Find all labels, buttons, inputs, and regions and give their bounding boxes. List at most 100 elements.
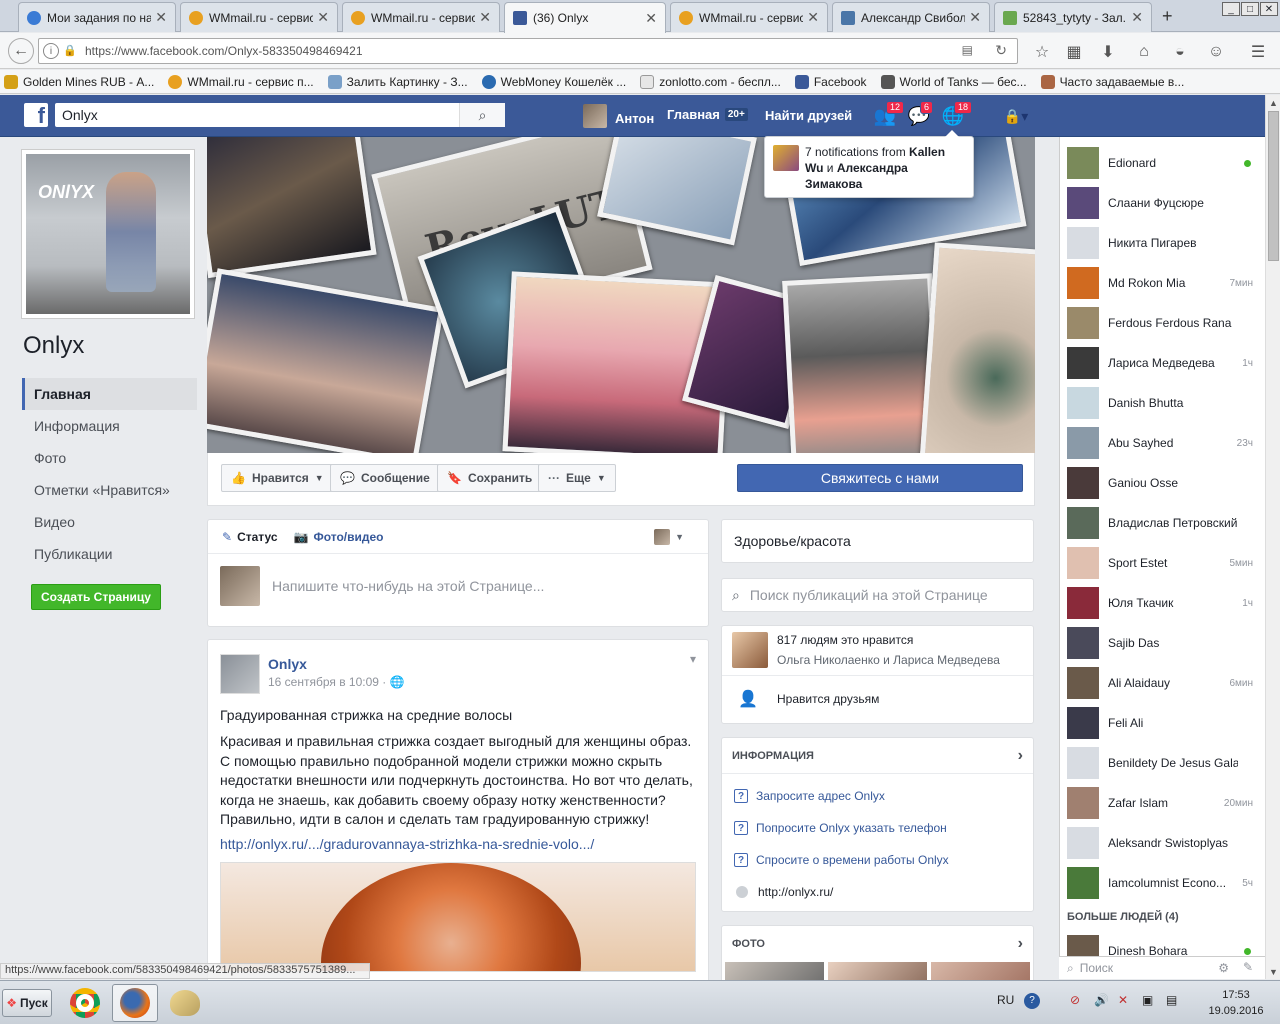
- page-nav-posts[interactable]: Публикации: [22, 538, 197, 570]
- browser-tab[interactable]: 52843_tytyty - Зал... ✕: [994, 2, 1152, 32]
- post-options-chevron-icon[interactable]: ▾: [690, 652, 696, 666]
- chat-contact[interactable]: Владислав Петровский: [1060, 503, 1265, 543]
- close-tab-icon[interactable]: ✕: [645, 10, 657, 27]
- chat-contact[interactable]: Sajib Das: [1060, 623, 1265, 663]
- browser-tab[interactable]: WMmail.ru - сервис ...✕: [180, 2, 338, 32]
- bookmark-item[interactable]: WebMoney Кошелёк ...: [481, 74, 626, 89]
- like-page-button[interactable]: 👍 Нравится ▼: [221, 464, 334, 492]
- page-category[interactable]: Здоровье/красота: [721, 519, 1034, 563]
- page-nav-info[interactable]: Информация: [22, 410, 197, 442]
- gear-icon[interactable]: ⚙: [1218, 961, 1229, 975]
- chat-contact[interactable]: Никита Пигарев: [1060, 223, 1265, 263]
- account-settings-menu[interactable]: 🔒▾: [996, 105, 1036, 127]
- hello-icon[interactable]: ☺: [1204, 40, 1228, 64]
- language-indicator[interactable]: RU: [997, 993, 1014, 1007]
- page-nav-photos[interactable]: Фото: [22, 442, 197, 474]
- friend-requests-jewel[interactable]: 👥 12: [874, 101, 905, 127]
- chat-contact[interactable]: Ganiou Osse: [1060, 463, 1265, 503]
- composer-placeholder[interactable]: Напишите что-нибудь на этой Странице...: [272, 578, 544, 594]
- tray-icon[interactable]: ▤: [1166, 993, 1177, 1007]
- reading-list-icon[interactable]: ▦: [1062, 40, 1086, 64]
- notification-popup[interactable]: 7 notifications from Kallen Wu и Алексан…: [764, 130, 974, 198]
- post-as-selector[interactable]: ▼: [654, 528, 684, 545]
- minimize-icon[interactable]: _: [1222, 2, 1240, 16]
- scrollbar-thumb[interactable]: [1268, 111, 1279, 261]
- chat-contact[interactable]: Edionard: [1060, 143, 1265, 183]
- chat-contact[interactable]: Md Rokon Mia 7мин: [1060, 263, 1265, 303]
- chat-contact[interactable]: Юля Ткачик 1ч: [1060, 583, 1265, 623]
- website-link[interactable]: http://onlyx.ru/: [722, 876, 1033, 908]
- bookmark-item[interactable]: Golden Mines RUB - А...: [4, 74, 154, 89]
- likes-friends[interactable]: Ольга Николаенко и Лариса Медведева: [777, 653, 1000, 667]
- bookmark-item[interactable]: WMmail.ru - сервис п...: [168, 74, 314, 89]
- page-scrollbar[interactable]: ▲ ▼: [1265, 95, 1280, 979]
- post-author-name[interactable]: Onlyx: [268, 656, 307, 672]
- pocket-icon[interactable]: ◒: [1168, 40, 1192, 64]
- chat-search-placeholder[interactable]: Поиск: [1080, 961, 1113, 975]
- chat-contact[interactable]: Abu Sayhed 23ч: [1060, 423, 1265, 463]
- chat-search-input[interactable]: ⌕ Поиск ⚙ ✎: [1059, 956, 1265, 979]
- facebook-logo-icon[interactable]: f: [24, 103, 48, 127]
- messages-jewel[interactable]: 💬 6: [908, 101, 934, 127]
- home-icon[interactable]: ⌂: [1132, 40, 1156, 64]
- search-button[interactable]: ⌕: [459, 103, 505, 127]
- close-tab-icon[interactable]: ✕: [807, 9, 819, 26]
- chat-contact[interactable]: Ali Alaidauy 6мин: [1060, 663, 1265, 703]
- facebook-search-input[interactable]: Onlyx ⌕: [55, 103, 505, 127]
- info-header[interactable]: ИНФОРМАЦИЯ ›: [722, 738, 1033, 774]
- new-message-icon[interactable]: ✎: [1243, 960, 1253, 974]
- chat-contact[interactable]: Zafar Islam 20мин: [1060, 783, 1265, 823]
- page-nav-videos[interactable]: Видео: [22, 506, 197, 538]
- network-icon[interactable]: ✕: [1118, 993, 1128, 1007]
- bookmark-item[interactable]: Часто задаваемые в...: [1040, 74, 1184, 89]
- find-friends-link[interactable]: Найти друзей: [765, 108, 852, 123]
- start-button[interactable]: ❖ Пуск: [2, 989, 52, 1017]
- chat-contact[interactable]: Лариса Медведева 1ч: [1060, 343, 1265, 383]
- save-button[interactable]: 🔖 Сохранить: [437, 464, 543, 492]
- browser-tab[interactable]: WMmail.ru - сервис ...✕: [670, 2, 828, 32]
- url-text[interactable]: https://www.facebook.com/Onlyx-583350498…: [85, 44, 363, 58]
- close-tab-icon[interactable]: ✕: [969, 9, 981, 26]
- browser-tab[interactable]: Мои задания по на... ✕: [18, 2, 176, 32]
- request-address-link[interactable]: ? Запросите адрес Onlyx: [722, 780, 1033, 812]
- info-icon[interactable]: i: [43, 43, 59, 59]
- close-tab-icon[interactable]: ✕: [479, 9, 491, 26]
- post-link[interactable]: http://onlyx.ru/.../gradurovannaya-striz…: [220, 836, 696, 852]
- post-timestamp[interactable]: 16 сентября в 10:09 · 🌐: [268, 675, 405, 689]
- browser-tab[interactable]: Александр Свибола ✕: [832, 2, 990, 32]
- page-title[interactable]: Onlyx: [23, 332, 197, 360]
- chat-contact[interactable]: Feli Ali: [1060, 703, 1265, 743]
- maximize-icon[interactable]: □: [1241, 2, 1259, 16]
- chat-contact[interactable]: Danish Bhutta: [1060, 383, 1265, 423]
- firefox-taskbar-icon[interactable]: [112, 984, 158, 1022]
- chat-contact[interactable]: Benildety De Jesus Galaxi...: [1060, 743, 1265, 783]
- bookmark-star-icon[interactable]: ☆: [1030, 40, 1054, 64]
- contact-us-button[interactable]: Свяжитесь с нами: [737, 464, 1023, 492]
- likes-row[interactable]: 817 людям это нравится Ольга Николаенко …: [722, 626, 1033, 676]
- create-page-button[interactable]: Создать Страницу: [31, 584, 161, 610]
- new-tab-icon[interactable]: +: [1162, 6, 1173, 27]
- bookmark-item[interactable]: zonlotto.com - беспл...: [640, 74, 781, 89]
- page-profile-picture[interactable]: ONlYX: [22, 150, 194, 318]
- status-tab[interactable]: ✎ Статус: [222, 530, 278, 544]
- reload-icon[interactable]: ↻: [995, 42, 1007, 59]
- search-value[interactable]: Onlyx: [62, 107, 98, 123]
- message-button[interactable]: 💬 Сообщение: [330, 464, 440, 492]
- reader-view-icon[interactable]: ▤: [962, 43, 973, 57]
- close-tab-icon[interactable]: ✕: [317, 9, 329, 26]
- photos-header[interactable]: ФОТО ›: [722, 926, 1033, 962]
- paint-taskbar-icon[interactable]: [162, 984, 208, 1022]
- post-image[interactable]: [220, 861, 696, 972]
- bookmark-item[interactable]: Facebook: [794, 74, 867, 89]
- antivirus-icon[interactable]: ⊘: [1070, 993, 1080, 1007]
- menu-icon[interactable]: ☰: [1246, 40, 1270, 64]
- bookmark-item[interactable]: Залить Картинку - З...: [327, 74, 468, 89]
- chat-contact[interactable]: Aleksandr Swistoplyas: [1060, 823, 1265, 863]
- bookmark-item[interactable]: World of Tanks — бес...: [880, 74, 1027, 89]
- download-icon[interactable]: ⬇: [1096, 40, 1120, 64]
- search-posts-placeholder[interactable]: Поиск публикаций на этой Странице: [750, 587, 988, 603]
- search-posts-input[interactable]: ⌕ Поиск публикаций на этой Странице: [721, 578, 1034, 612]
- page-nav-likes[interactable]: Отметки «Нравится»: [22, 474, 197, 506]
- close-tab-icon[interactable]: ✕: [155, 9, 167, 26]
- post-author-avatar[interactable]: [220, 654, 260, 694]
